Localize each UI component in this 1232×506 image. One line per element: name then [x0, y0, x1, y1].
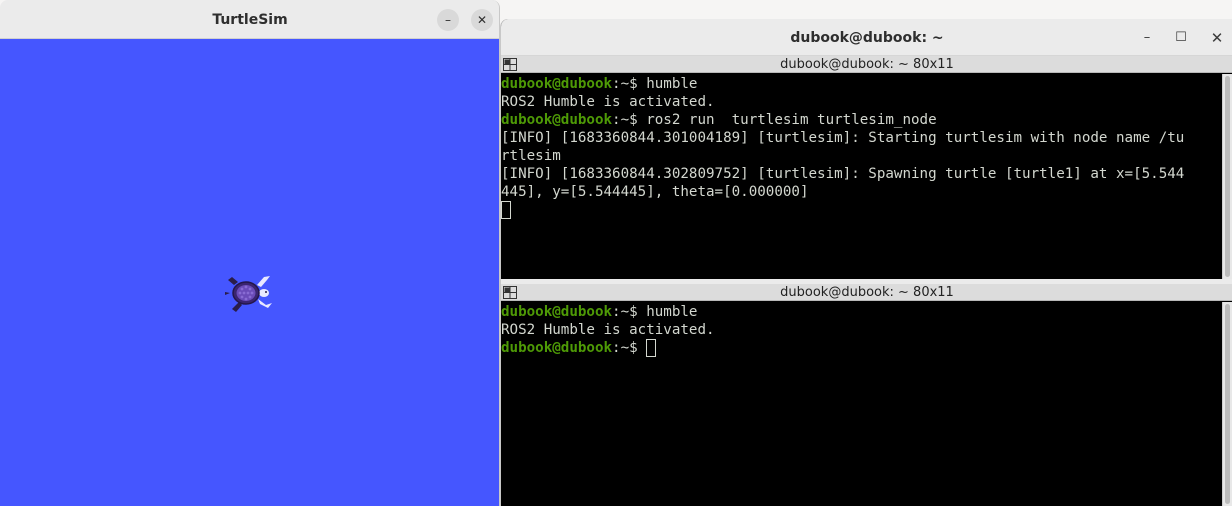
terminal-line: [INFO] [1683360844.301004189] [turtlesim… [501, 129, 1232, 147]
terminal-pane-header: dubook@dubook: ~ 80x11 [501, 284, 1232, 301]
scrollbar-thumb[interactable] [1225, 304, 1230, 504]
terminal-line [501, 201, 1232, 219]
prompt-user-host: dubook@dubook [501, 76, 613, 92]
command-text: ros2 run turtlesim turtlesim_node [646, 112, 937, 128]
close-icon: ✕ [476, 13, 488, 27]
terminal-close-button[interactable]: ✕ [1207, 28, 1227, 48]
terminal-line: dubook@dubook:~$ humble [501, 75, 1232, 93]
terminal-scrollbar[interactable] [1222, 302, 1232, 506]
turtle-icon [225, 276, 272, 312]
close-icon: ✕ [1210, 29, 1224, 47]
terminal-titlebar[interactable]: dubook@dubook: ~ – ☐ ✕ [501, 19, 1232, 56]
prompt-user-host: dubook@dubook [501, 340, 613, 356]
terminal-pane-output[interactable]: dubook@dubook:~$ humble ROS2 Humble is a… [501, 74, 1232, 279]
turtlesim-canvas [0, 39, 499, 506]
terminal-pane-title: dubook@dubook: ~ 80x11 [780, 285, 954, 300]
terminal-line: dubook@dubook:~$ [501, 339, 1232, 357]
terminal-window-title: dubook@dubook: ~ [790, 30, 944, 46]
command-text: humble [646, 304, 698, 320]
terminal-line: rtlesim [501, 147, 1232, 165]
minimize-icon: – [445, 13, 451, 27]
terminal-line: dubook@dubook:~$ ros2 run turtlesim turt… [501, 111, 1232, 129]
prompt-user-host: dubook@dubook [501, 304, 613, 320]
prompt-path: :~$ [612, 76, 647, 92]
terminal-line: ROS2 Humble is activated. [501, 321, 1232, 339]
terminal-line: 445], y=[5.544445], theta=[0.000000] [501, 183, 1232, 201]
terminal-line: ROS2 Humble is activated. [501, 93, 1232, 111]
minimize-icon: – [1143, 30, 1151, 45]
turtlesim-window: TurtleSim – ✕ [0, 0, 500, 506]
terminal-pane-output[interactable]: dubook@dubook:~$ humble ROS2 Humble is a… [501, 302, 1232, 506]
terminal-pane-title: dubook@dubook: ~ 80x11 [780, 57, 954, 72]
output-text: ROS2 Humble is activated. [501, 322, 715, 338]
close-button[interactable]: ✕ [471, 9, 493, 31]
terminal-pane-header: dubook@dubook: ~ 80x11 [501, 56, 1232, 73]
terminal-scrollbar[interactable] [1222, 74, 1232, 279]
prompt-path: :~$ [612, 112, 647, 128]
terminal-window: dubook@dubook: ~ – ☐ ✕ dubook@dubook: ~ … [500, 19, 1232, 506]
minimize-button[interactable]: – [437, 9, 459, 31]
terminal-cursor [646, 339, 657, 357]
output-text: rtlesim [501, 148, 561, 164]
maximize-icon: ☐ [1175, 30, 1187, 45]
scrollbar-thumb[interactable] [1225, 76, 1230, 277]
output-text: ROS2 Humble is activated. [501, 94, 715, 110]
prompt-path: :~$ [612, 304, 647, 320]
terminal-cursor [501, 201, 511, 219]
terminal-line: dubook@dubook:~$ humble [501, 303, 1232, 321]
output-text: [INFO] [1683360844.301004189] [turtlesim… [501, 130, 1185, 146]
command-text: humble [646, 76, 698, 92]
prompt-path: :~$ [612, 340, 647, 356]
output-text: [INFO] [1683360844.302809752] [turtlesim… [501, 166, 1185, 182]
output-text: 445], y=[5.544445], theta=[0.000000] [501, 184, 809, 200]
terminal-minimize-button[interactable]: – [1137, 28, 1157, 48]
terminal-maximize-button[interactable]: ☐ [1171, 28, 1191, 48]
turtlesim-titlebar[interactable]: TurtleSim – ✕ [0, 0, 499, 39]
turtlesim-window-title: TurtleSim [212, 12, 288, 28]
terminal-line: [INFO] [1683360844.302809752] [turtlesim… [501, 165, 1232, 183]
prompt-user-host: dubook@dubook [501, 112, 613, 128]
